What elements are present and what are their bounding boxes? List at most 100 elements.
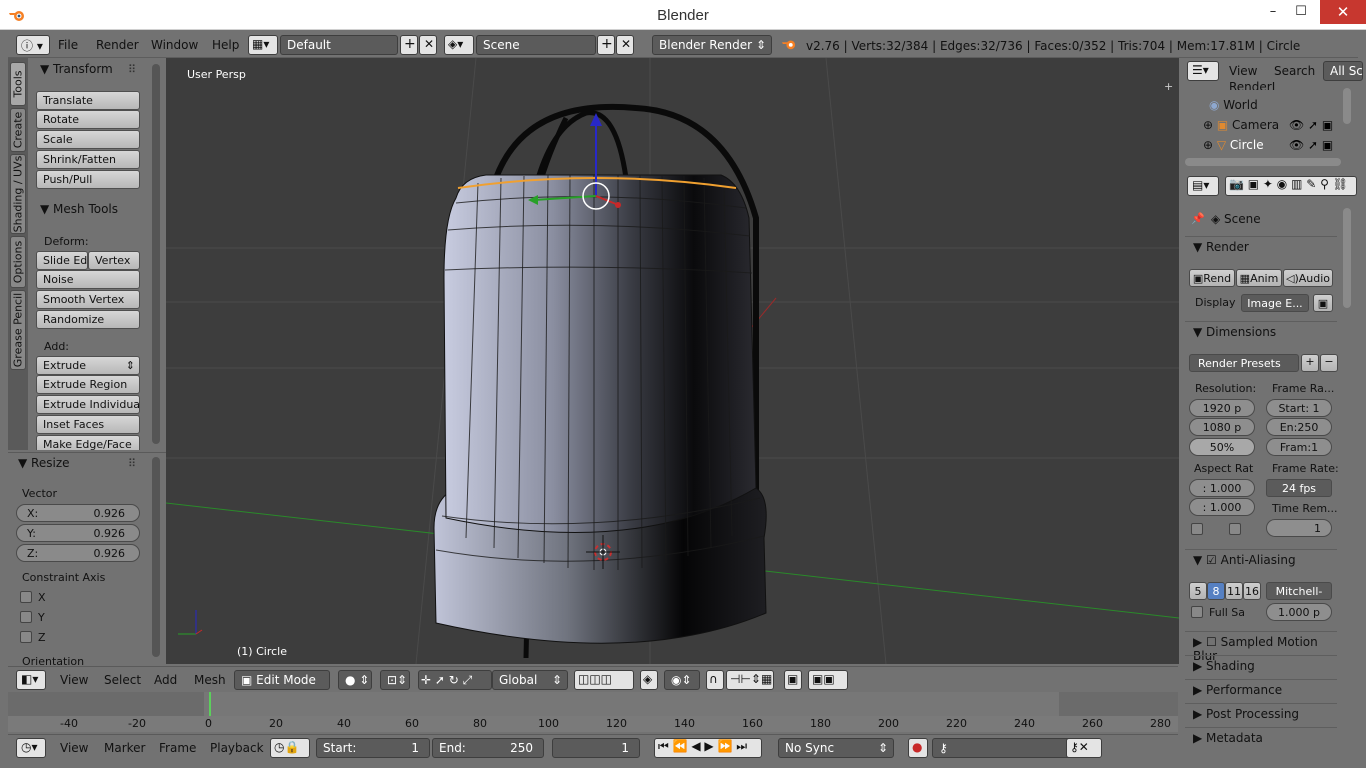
manipulator-toggles[interactable]: ✛ ➚ ↻ ⤢ [418, 670, 492, 690]
extrude-dropdown[interactable]: Extrude ⇕ [36, 356, 140, 375]
frame-rate-selector[interactable]: 24 fps [1266, 479, 1332, 497]
outliner-item-camera[interactable]: ⊕ ▣ Camera [1203, 118, 1279, 132]
editor-type-button[interactable]: ☰▾ [1187, 61, 1219, 81]
outliner-item-world[interactable]: ◉ World [1209, 98, 1258, 112]
close-button[interactable]: ✕ [1320, 0, 1366, 24]
render-presets-selector[interactable]: Render Presets [1189, 354, 1299, 372]
menu-playback[interactable]: Playback [210, 741, 264, 755]
slide-edge-button[interactable]: Slide Ed [36, 251, 88, 270]
orientation-selector[interactable]: Global ⇕ [492, 670, 568, 690]
shrink-fatten-button[interactable]: Shrink/Fatten [36, 150, 140, 169]
menu-view[interactable]: View [1229, 64, 1257, 78]
outliner-vscrollbar[interactable] [1343, 88, 1351, 124]
motion-blur-panel-header[interactable]: ▶ ☐ Sampled Motion Blur [1185, 631, 1337, 663]
performance-panel-header[interactable]: ▶ Performance [1185, 679, 1337, 701]
menu-view[interactable]: View [60, 741, 88, 755]
post-processing-panel-header[interactable]: ▶ Post Processing [1185, 703, 1337, 725]
menu-add[interactable]: Add [154, 673, 177, 687]
dimensions-panel-header[interactable]: ▼ Dimensions [1185, 321, 1337, 343]
menu-view[interactable]: View [60, 673, 88, 687]
display-mode-selector[interactable]: All Sc [1323, 61, 1363, 81]
record-icon[interactable]: ● [908, 738, 928, 758]
render-audio-button[interactable]: ◁)Audio [1283, 269, 1333, 287]
layout-selector[interactable]: Default [280, 35, 398, 55]
scene-type-button[interactable]: ◈▾ [444, 35, 474, 55]
remove-layout-icon[interactable]: ✕ [419, 35, 437, 55]
pivot-selector[interactable]: ⊡⇕ [380, 670, 410, 690]
menu-window[interactable]: Window [151, 38, 198, 52]
vector-z-field[interactable]: Z: 0.926 [16, 544, 140, 562]
aa-filter-selector[interactable]: Mitchell- [1266, 582, 1332, 600]
shading-panel-header[interactable]: ▶ Shading [1185, 655, 1337, 677]
sync-mode-selector[interactable]: No Sync ⇕ [778, 738, 894, 758]
full-sample-checkbox[interactable] [1191, 606, 1203, 618]
aspect-y-field[interactable]: : 1.000 [1189, 498, 1255, 516]
resolution-x-field[interactable]: 1920 p [1189, 399, 1255, 417]
menu-search[interactable]: Search [1274, 64, 1315, 78]
add-region-icon[interactable]: + [1164, 80, 1173, 93]
keying-set-field[interactable]: ⚷ [932, 738, 1072, 758]
vector-y-field[interactable]: Y: 0.926 [16, 524, 140, 542]
editor-type-button[interactable]: ▤▾ [1187, 176, 1219, 196]
aa-samples-5[interactable]: 5 [1189, 582, 1207, 600]
editor-type-button[interactable]: ◧▾ [16, 670, 46, 690]
push-pull-button[interactable]: Push/Pull [36, 170, 140, 189]
menu-help[interactable]: Help [212, 38, 239, 52]
opengl-render-icon[interactable]: ▣ [784, 670, 802, 690]
render-image-button[interactable]: ▣Rend [1189, 269, 1235, 287]
add-preset-icon[interactable]: + [1301, 354, 1319, 372]
vertex-slide-button[interactable]: Vertex [88, 251, 140, 270]
outliner-hscrollbar[interactable] [1185, 158, 1341, 166]
render-panel-header[interactable]: ▼ Render [1185, 236, 1337, 258]
end-frame-field[interactable]: End: 250 [432, 738, 544, 758]
visibility-icons[interactable]: 👁 ➚ ▣ [1289, 138, 1333, 152]
scene-selector[interactable]: Scene [476, 35, 596, 55]
constraint-z-checkbox[interactable] [20, 631, 32, 643]
layout-type-button[interactable]: ▦▾ [248, 35, 278, 55]
pin-icon[interactable]: 📌 [1191, 212, 1205, 225]
3d-viewport[interactable]: User Persp (1) Circle + [166, 58, 1179, 664]
filter-size-field[interactable]: 1.000 p [1266, 603, 1332, 621]
frame-step-field[interactable]: Fram:1 [1266, 438, 1332, 456]
transform-panel-header[interactable]: ▼ Transform [40, 62, 113, 76]
editor-type-button[interactable]: ⓘ ▾ [16, 35, 50, 55]
current-frame-line[interactable] [209, 692, 211, 716]
select-mode-buttons[interactable]: ◫◫◫ [574, 670, 634, 690]
render-buttons[interactable]: ▣▣ [808, 670, 848, 690]
randomize-button[interactable]: Randomize [36, 310, 140, 329]
outliner-item-renderlayers[interactable]: RenderL [1229, 80, 1278, 90]
menu-frame[interactable]: Frame [159, 741, 196, 755]
add-layout-icon[interactable]: + [400, 35, 418, 55]
keyframe-buttons[interactable]: ⚷✕ [1066, 738, 1102, 758]
translate-button[interactable]: Translate [36, 91, 140, 110]
extrude-individual-button[interactable]: Extrude Individual [36, 395, 140, 414]
tab-shading-uvs[interactable]: Shading / UVs [10, 154, 26, 234]
visibility-icons[interactable]: 👁 ➚ ▣ [1289, 118, 1333, 132]
context-tabs[interactable]: 📷 ▣ ✦ ◉ ▥ ✎ ⚲ ⛓ [1225, 176, 1357, 196]
add-scene-icon[interactable]: + [597, 35, 615, 55]
scale-button[interactable]: Scale [36, 130, 140, 149]
tab-tools[interactable]: Tools [10, 62, 26, 106]
anti-aliasing-panel-header[interactable]: ▼ ☑ Anti-Aliasing [1185, 549, 1337, 571]
mode-selector[interactable]: ▣ Edit Mode [234, 670, 330, 690]
extrude-region-button[interactable]: Extrude Region [36, 375, 140, 394]
smooth-vertex-button[interactable]: Smooth Vertex [36, 290, 140, 309]
aspect-x-field[interactable]: : 1.000 [1189, 479, 1255, 497]
mesh-tools-panel-header[interactable]: ▼ Mesh Tools [40, 202, 118, 216]
tab-options[interactable]: Options [10, 236, 26, 288]
aa-samples-11[interactable]: 11 [1225, 582, 1243, 600]
tab-create[interactable]: Create [10, 108, 26, 152]
start-frame-field[interactable]: Start: 1 [316, 738, 430, 758]
drag-handle-icon[interactable]: ⠿ [128, 63, 136, 76]
limit-selection-icon[interactable]: ◈ [640, 670, 658, 690]
tool-shelf-scrollbar[interactable] [152, 64, 160, 444]
time-remap-field[interactable]: 1 [1266, 519, 1332, 537]
resolution-percent-field[interactable]: 50% [1189, 438, 1255, 456]
noise-button[interactable]: Noise [36, 270, 140, 289]
resize-panel-header[interactable]: ▼ Resize [18, 456, 70, 470]
vector-x-field[interactable]: X: 0.926 [16, 504, 140, 522]
constraint-x-checkbox[interactable] [20, 591, 32, 603]
rotate-button[interactable]: Rotate [36, 110, 140, 129]
anti-aliasing-checkbox[interactable]: ☑ [1206, 553, 1221, 567]
snap-element-selector[interactable]: ⊣⊢⇕▦ [726, 670, 774, 690]
